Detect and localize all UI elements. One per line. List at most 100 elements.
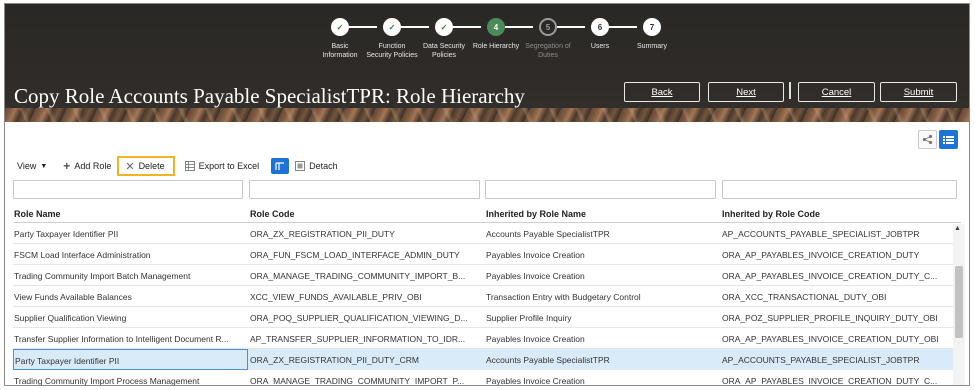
role-code-cell: AP_TRANSFER_SUPPLIER_INFORMATION_TO_IDR.… (250, 334, 466, 344)
detach-icon (295, 161, 306, 171)
submit-button[interactable]: Submit (880, 82, 957, 102)
role-code-cell: ORA_ZX_REGISTRATION_PII_DUTY_CRM (250, 355, 419, 365)
table-row[interactable]: Party Taxpayer Identifier PII ORA_ZX_REG… (13, 223, 953, 244)
list-icon (943, 135, 954, 144)
train-step-label: Data Security Policies (422, 43, 466, 59)
chevron-down-icon: ▼ (40, 162, 48, 170)
train-step-label: Function Security Policies (366, 43, 418, 59)
inherited-role-name-cell: Supplier Profile Inquiry (486, 313, 572, 323)
step-number: 5 (539, 18, 557, 36)
table-row[interactable]: View Funds Available Balances XCC_VIEW_F… (13, 286, 953, 307)
delete-button[interactable]: ✕ Delete (117, 156, 175, 176)
train-step-role-hierarchy[interactable]: 4 Role Hierarchy (466, 18, 526, 51)
inherited-role-code-cell: ORA_AP_PAYABLES_INVOICE_CREATION_DUTY_C.… (722, 271, 938, 281)
inherited-role-code-cell: ORA_XCC_TRANSACTIONAL_DUTY_OBI (722, 292, 887, 302)
check-icon: ✓ (383, 18, 401, 36)
train-step-summary[interactable]: 7 Summary (622, 18, 682, 51)
page-title: Copy Role Accounts Payable SpecialistTPR… (14, 84, 525, 108)
column-header-role-code[interactable]: Role Code (250, 209, 295, 219)
table-view-toggle[interactable] (939, 130, 958, 149)
train-step-label: Role Hierarchy (472, 43, 520, 50)
inherited-role-code-cell: ORA_POZ_SUPPLIER_PROFILE_INQUIRY_DUTY_OB… (722, 313, 938, 323)
page-frame: ✓ Basic Information ✓ Function Security … (4, 3, 970, 386)
header-decoration-overlay (5, 108, 969, 122)
step-number: 7 (643, 18, 661, 36)
train-step-function-security-policies[interactable]: ✓ Function Security Policies (362, 18, 422, 60)
train-step-segregation-of-duties: 5 Segregation of Duties (518, 18, 578, 60)
role-name-filter-input[interactable] (13, 180, 243, 199)
step-number: 6 (591, 18, 609, 36)
check-icon: ✓ (331, 18, 349, 36)
inherited-role-code-filter-input[interactable] (722, 180, 957, 199)
freeze-button[interactable] (271, 158, 290, 174)
scroll-up-icon[interactable]: ▲ (954, 225, 961, 232)
export-label: Export to Excel (198, 161, 260, 171)
train-step-users[interactable]: 6 Users (570, 18, 630, 51)
view-menu[interactable]: View ▼ (17, 156, 47, 176)
role-name-cell: FSCM Load Interface Administration (14, 250, 151, 260)
button-divider (789, 82, 791, 99)
detach-label: Detach (309, 161, 338, 171)
train-step-basic-information[interactable]: ✓ Basic Information (310, 18, 370, 60)
plus-icon: + (63, 159, 71, 173)
scrollbar-thumb[interactable] (955, 266, 963, 338)
back-button[interactable]: Back (624, 82, 700, 102)
role-code-cell: ORA_MANAGE_TRADING_COMMUNITY_IMPORT_B... (250, 271, 466, 281)
inherited-role-code-cell: ORA_AP_PAYABLES_INVOICE_CREATION_DUTY_OB… (722, 334, 939, 344)
table-toolbar: View ▼ + Add Role ✕ Delete Export to Exc… (17, 156, 348, 176)
role-code-cell: ORA_ZX_REGISTRATION_PII_DUTY (250, 229, 395, 239)
column-header-inherited-role-name[interactable]: Inherited by Role Name (486, 209, 586, 219)
inherited-role-code-cell: AP_ACCOUNTS_PAYABLE_SPECIALIST_JOBTPR (722, 355, 920, 365)
inherited-role-name-cell: Payables Invoice Creation (486, 250, 585, 260)
delete-label: Delete (138, 161, 165, 171)
inherited-role-code-cell: AP_ACCOUNTS_PAYABLE_SPECIALIST_JOBTPR (722, 229, 920, 239)
detach-button[interactable]: Detach (295, 156, 338, 176)
export-to-excel-button[interactable]: Export to Excel (184, 156, 260, 176)
role-code-cell: ORA_MANAGE_TRADING_COMMUNITY_IMPORT_P... (250, 376, 465, 386)
query-by-example-row (13, 180, 963, 200)
role-name-cell: View Funds Available Balances (14, 292, 132, 302)
train-step-label: Basic Information (322, 43, 358, 59)
freeze-icon (275, 162, 285, 170)
inherited-role-name-cell: Payables Invoice Creation (486, 271, 585, 281)
role-code-filter-input[interactable] (249, 180, 480, 199)
table-row[interactable]: Supplier Qualification Viewing ORA_POQ_S… (13, 307, 953, 328)
inherited-role-name-cell: Payables Invoice Creation (486, 334, 585, 344)
inherited-role-code-cell: ORA_AP_PAYABLES_INVOICE_CREATION_DUTY (722, 250, 920, 260)
table-row[interactable]: Trading Community Import Batch Managemen… (13, 265, 953, 286)
next-button[interactable]: Next (708, 82, 784, 102)
inherited-role-name-cell: Transaction Entry with Budgetary Control (486, 292, 641, 302)
add-role-button[interactable]: + Add Role (63, 156, 111, 176)
table-row[interactable]: Transfer Supplier Information to Intelli… (13, 328, 953, 349)
role-name-cell: Party Taxpayer Identifier PII (14, 229, 119, 239)
train-step-label: Segregation of Duties (525, 43, 571, 59)
close-icon: ✕ (125, 160, 135, 173)
column-header-role-name[interactable]: Role Name (14, 209, 61, 219)
inherited-role-name-filter-input[interactable] (485, 180, 716, 199)
spreadsheet-icon (184, 161, 195, 171)
role-code-cell: XCC_VIEW_FUNDS_AVAILABLE_PRIV_OBI (250, 292, 422, 302)
inherited-role-code-cell: ORA_AP_PAYABLES_INVOICE_CREATION_DUTY_C.… (722, 376, 938, 386)
add-role-label: Add Role (74, 161, 112, 171)
hierarchy-icon (922, 134, 933, 145)
role-name-cell: Trading Community Import Process Managem… (14, 376, 200, 386)
page-header: ✓ Basic Information ✓ Function Security … (5, 4, 969, 122)
table-row[interactable]: Trading Community Import Process Managem… (13, 370, 953, 386)
column-header-inherited-role-code[interactable]: Inherited by Role Code (722, 209, 820, 219)
train-step-label: Summary (637, 43, 667, 50)
view-menu-label: View (17, 161, 37, 171)
check-icon: ✓ (435, 18, 453, 36)
train-step-data-security-policies[interactable]: ✓ Data Security Policies (414, 18, 474, 60)
step-number: 4 (487, 18, 505, 36)
table-row-selected[interactable]: Party Taxpayer Identifier PII ORA_ZX_REG… (13, 349, 953, 370)
role-name-cell: Party Taxpayer Identifier PII (13, 349, 248, 370)
inherited-role-name-cell: Accounts Payable SpecialistTPR (486, 229, 610, 239)
role-code-cell: ORA_POQ_SUPPLIER_QUALIFICATION_VIEWING_D… (250, 313, 468, 323)
table-row[interactable]: FSCM Load Interface Administration ORA_F… (13, 244, 953, 265)
hierarchy-view-toggle[interactable] (918, 130, 937, 149)
inherited-role-name-cell: Payables Invoice Creation (486, 376, 585, 386)
role-code-cell: ORA_FUN_FSCM_LOAD_INTERFACE_ADMIN_DUTY (250, 250, 460, 260)
cancel-button[interactable]: Cancel (798, 82, 875, 102)
inherited-role-name-cell: Accounts Payable SpecialistTPR (486, 355, 610, 365)
train-step-label: Users (590, 43, 610, 50)
